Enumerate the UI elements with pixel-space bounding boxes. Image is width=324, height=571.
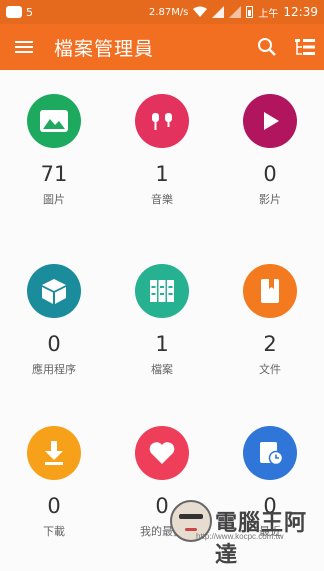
am-pm-label: 上午 xyxy=(258,8,279,20)
storage-list-button[interactable] xyxy=(286,24,324,70)
category-label: 下載 xyxy=(43,525,65,538)
category-label: 文件 xyxy=(259,363,281,376)
watermark-url: http://www.kocpc.com.tw xyxy=(196,532,284,541)
category-label: 檔案 xyxy=(151,363,173,376)
signal-icon xyxy=(212,6,225,18)
category-icon-circle xyxy=(135,94,189,148)
category-label: 音樂 xyxy=(151,193,173,206)
message-notification-icon xyxy=(6,6,22,18)
archive-icon xyxy=(150,280,174,302)
category-count: 0 xyxy=(263,162,277,186)
category-count: 1 xyxy=(155,162,169,186)
search-icon xyxy=(258,38,276,56)
category-count: 0 xyxy=(47,332,61,356)
category-icon-circle xyxy=(135,264,189,318)
image-icon xyxy=(40,110,68,132)
category-count: 2 xyxy=(263,332,277,356)
category-downloads[interactable]: 0 下載 xyxy=(0,426,108,539)
music-icon xyxy=(152,113,172,130)
notification-count: 5 xyxy=(26,5,33,19)
category-icon-circle xyxy=(27,426,81,480)
category-music[interactable]: 1 音樂 xyxy=(108,94,216,207)
category-count: 0 xyxy=(47,494,61,518)
download-icon xyxy=(45,441,63,465)
heart-icon xyxy=(149,442,175,464)
wifi-icon xyxy=(193,6,208,17)
category-label: 圖片 xyxy=(43,193,65,206)
category-label: 影片 xyxy=(259,193,281,206)
category-archives[interactable]: 1 檔案 xyxy=(108,264,216,377)
category-icon-circle xyxy=(27,94,81,148)
status-bar: 5 2.87M/s 上午 12:39 xyxy=(0,0,324,24)
category-count: 1 xyxy=(155,332,169,356)
recent-icon xyxy=(260,442,284,466)
search-button[interactable] xyxy=(248,24,286,70)
network-speed: 2.87M/s xyxy=(148,6,189,18)
category-count: 71 xyxy=(40,162,68,186)
tree-list-icon xyxy=(295,39,315,55)
hamburger-icon xyxy=(15,41,33,53)
page-title: 檔案管理員 xyxy=(54,37,155,60)
clock: 12:39 xyxy=(283,5,318,19)
category-icon-circle xyxy=(243,426,297,480)
document-icon xyxy=(261,279,279,303)
category-label: 應用程序 xyxy=(32,363,76,376)
category-images[interactable]: 71 圖片 xyxy=(0,94,108,207)
category-apps[interactable]: 0 應用程序 xyxy=(0,264,108,377)
category-documents[interactable]: 2 文件 xyxy=(216,264,324,377)
signal-2-icon xyxy=(229,6,242,18)
category-icon-circle xyxy=(135,426,189,480)
category-videos[interactable]: 0 影片 xyxy=(216,94,324,207)
video-icon xyxy=(264,112,279,130)
app-bar: 檔案管理員 xyxy=(0,24,324,70)
app-box-icon xyxy=(42,279,66,304)
category-icon-circle xyxy=(243,94,297,148)
category-icon-circle xyxy=(243,264,297,318)
category-icon-circle xyxy=(27,264,81,318)
battery-icon xyxy=(246,6,254,18)
menu-button[interactable] xyxy=(0,24,48,70)
